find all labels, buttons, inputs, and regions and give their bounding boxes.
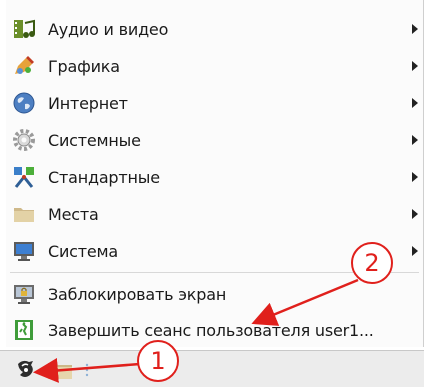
internet-globe-icon bbox=[12, 91, 36, 115]
file-manager-icon[interactable] bbox=[46, 359, 74, 381]
menu-item-graphics[interactable]: Графика bbox=[6, 48, 424, 84]
menu-item-label: Система bbox=[48, 241, 119, 261]
menu-item-label: Системные bbox=[48, 130, 141, 150]
lock-screen-icon bbox=[12, 282, 36, 306]
screen: Аудио и видео Графика Интернет Системные… bbox=[0, 0, 424, 387]
menu-item-logout[interactable]: Завершить сеанс пользователя user1... bbox=[6, 312, 424, 348]
menu-item-label: Заблокировать экран bbox=[48, 284, 227, 304]
menu-item-places[interactable]: Места bbox=[6, 196, 424, 232]
annotation-callout-2: 2 bbox=[351, 242, 393, 284]
submenu-arrow-icon bbox=[412, 209, 418, 219]
menu-item-label: Завершить сеанс пользователя user1... bbox=[48, 320, 374, 340]
menu-item-audio-video[interactable]: Аудио и видео bbox=[6, 11, 424, 47]
submenu-arrow-icon bbox=[412, 24, 418, 34]
menu-item-label: Места bbox=[48, 204, 99, 224]
submenu-arrow-icon bbox=[412, 61, 418, 71]
menu-item-label: Стандартные bbox=[48, 167, 160, 187]
annotation-callout-1: 1 bbox=[137, 340, 179, 382]
accessories-icon bbox=[12, 165, 36, 189]
system-gear-icon bbox=[12, 128, 36, 152]
multimedia-icon bbox=[12, 17, 36, 41]
menu-item-label: Интернет bbox=[48, 93, 128, 113]
menu-item-internet[interactable]: Интернет bbox=[6, 85, 424, 121]
submenu-arrow-icon bbox=[412, 135, 418, 145]
submenu-arrow-icon bbox=[412, 98, 418, 108]
folder-icon bbox=[12, 202, 36, 226]
monitor-icon bbox=[12, 239, 36, 263]
panel-separator-icon bbox=[84, 360, 90, 380]
menu-item-label: Графика bbox=[48, 56, 120, 76]
menu-item-system-tools[interactable]: Системные bbox=[6, 122, 424, 158]
application-menu: Аудио и видео Графика Интернет Системные… bbox=[6, 0, 424, 347]
logout-icon bbox=[12, 318, 36, 342]
graphics-icon bbox=[12, 54, 36, 78]
bottom-panel bbox=[0, 350, 424, 387]
submenu-arrow-icon bbox=[412, 172, 418, 182]
start-menu-icon[interactable] bbox=[14, 357, 38, 381]
submenu-arrow-icon bbox=[412, 246, 418, 256]
menu-item-label: Аудио и видео bbox=[48, 19, 169, 39]
menu-item-accessories[interactable]: Стандартные bbox=[6, 159, 424, 195]
